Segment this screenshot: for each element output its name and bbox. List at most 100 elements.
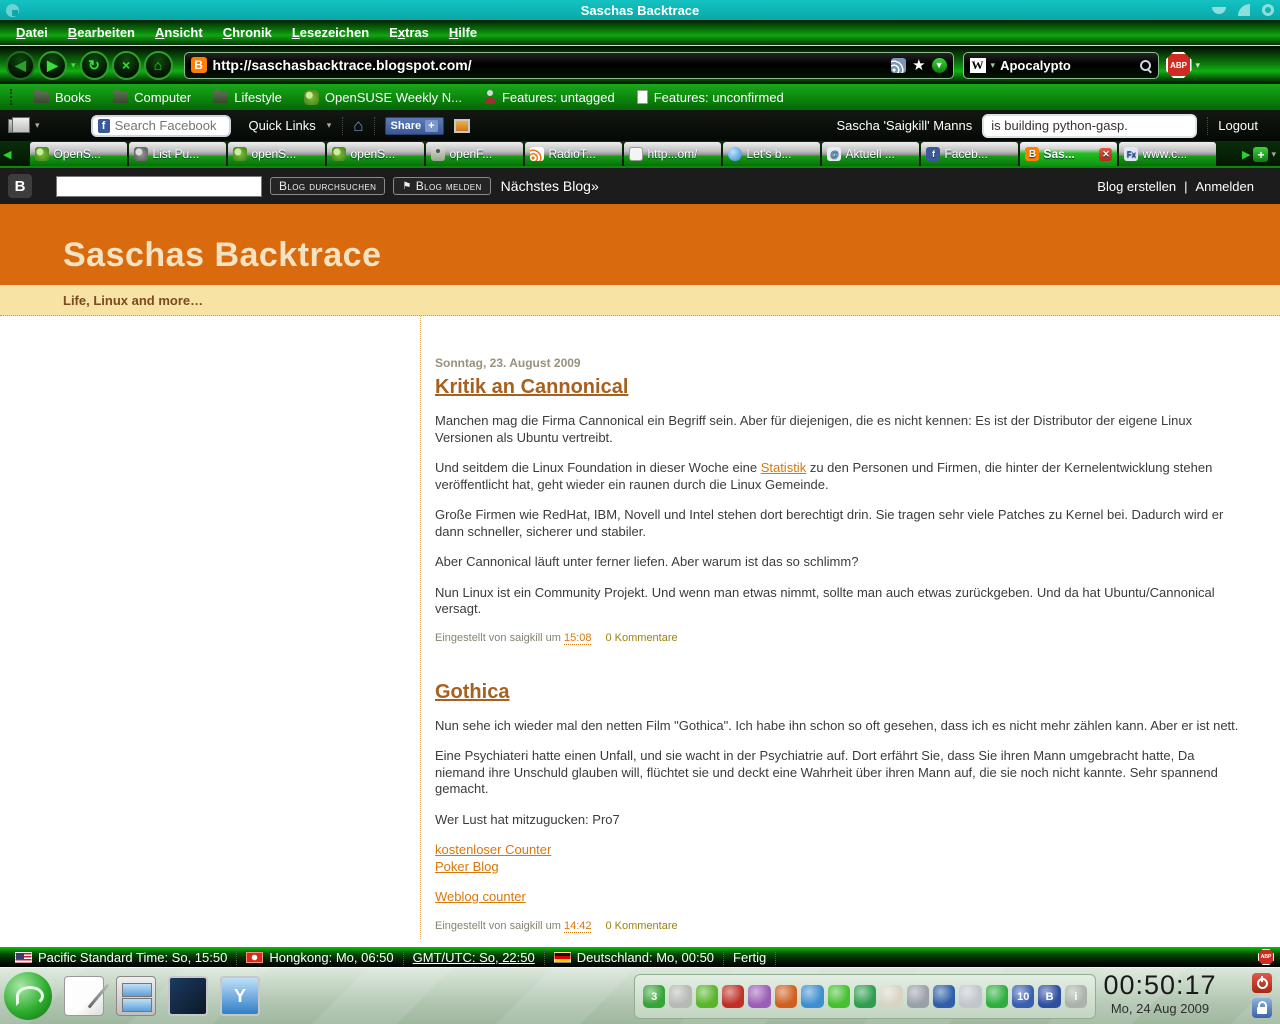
engine-dropdown-icon[interactable]: ▾ xyxy=(991,60,996,71)
post-comments-link[interactable]: 0 Kommentare xyxy=(605,632,677,644)
logout-link[interactable]: Logout xyxy=(1218,118,1272,133)
bookmark-item[interactable]: Features: unconfirmed xyxy=(629,90,792,105)
tab-opens[interactable]: openS... xyxy=(327,142,425,166)
new-tab-button[interactable]: + xyxy=(1253,147,1269,162)
toolbar-grip[interactable] xyxy=(10,89,14,105)
organizer-icon[interactable] xyxy=(695,985,719,1008)
menu-lesezeichen[interactable]: Lesezeichen xyxy=(284,23,377,42)
menu-bearbeiten[interactable]: Bearbeiten xyxy=(60,23,143,42)
menu-ansicht[interactable]: Ansicht xyxy=(147,23,211,42)
tab-httpom[interactable]: http...om/ xyxy=(624,142,722,166)
post-title-link[interactable]: Kritik an Cannonical xyxy=(435,376,628,399)
reload-button[interactable]: ↻ xyxy=(79,50,109,80)
file-cabinet-icon[interactable] xyxy=(116,976,156,1016)
clock[interactable]: 00:50:17 Mo, 24 Aug 2009 xyxy=(1080,970,1240,1016)
desktop-icon[interactable] xyxy=(168,976,208,1016)
download-manager-icon[interactable] xyxy=(853,985,877,1008)
tab-close-icon[interactable]: ✕ xyxy=(1099,147,1113,161)
quick-links-dropdown-icon[interactable]: ▾ xyxy=(327,120,332,131)
stop-button[interactable]: × xyxy=(111,50,141,80)
home-button[interactable]: ⌂ xyxy=(143,50,173,80)
tab-opens[interactable]: OpenS... xyxy=(30,142,128,166)
menu-chronik[interactable]: Chronik xyxy=(215,23,280,42)
menu-extras[interactable]: Extras xyxy=(381,23,437,42)
globe-icon[interactable] xyxy=(985,985,1009,1008)
menu-datei[interactable]: Datei xyxy=(8,23,56,42)
mic-pin-icon[interactable] xyxy=(906,985,929,1008)
forward-button[interactable]: ▶ xyxy=(38,50,67,80)
tab-list-dropdown-icon[interactable]: ▾ xyxy=(1271,149,1276,160)
post-inline-link[interactable]: Statistik xyxy=(761,460,807,475)
tab-openf[interactable]: openF... xyxy=(426,142,524,166)
post-time-link[interactable]: 15:08 xyxy=(563,631,592,645)
search-input[interactable]: Apocalypto xyxy=(1000,58,1134,73)
quick-links-menu[interactable]: Quick Links xyxy=(249,118,316,133)
media-player-icon[interactable] xyxy=(722,985,745,1008)
text-editor-icon[interactable] xyxy=(64,976,104,1016)
network-icon[interactable] xyxy=(932,985,956,1008)
power-manager-icon[interactable] xyxy=(748,985,771,1008)
post-inline-link[interactable]: Weblog counter xyxy=(435,889,526,904)
blog-search-button[interactable]: Blog durchsuchen xyxy=(270,177,386,195)
facebook-search-box[interactable]: f xyxy=(90,114,231,137)
clipboard-icon[interactable] xyxy=(880,985,903,1008)
tab-scroll-right-icon[interactable]: ▶ xyxy=(1242,148,1250,161)
volume-icon[interactable] xyxy=(669,985,692,1008)
bookmark-item[interactable]: Lifestyle xyxy=(205,88,290,105)
statusbar-adblock[interactable]: ABP xyxy=(1258,949,1274,965)
tab-aktuell[interactable]: @ Aktuell ... xyxy=(822,142,920,166)
tab-opens[interactable]: openS... xyxy=(228,142,326,166)
post-comments-link[interactable]: 0 Kommentare xyxy=(605,920,677,932)
statusbar-item[interactable]: GMT/UTC: So, 22:50 xyxy=(404,949,545,965)
blogger-logo-icon[interactable]: B xyxy=(8,174,32,198)
share-button[interactable]: Share + xyxy=(384,116,444,135)
timer-icon[interactable] xyxy=(959,985,982,1008)
bookmark-item[interactable]: OpenSUSE Weekly N... xyxy=(296,89,470,105)
blog-title[interactable]: Saschas Backtrace xyxy=(63,236,382,275)
tab-scroll-left-icon[interactable]: ◀ xyxy=(2,148,14,166)
maximize-button[interactable] xyxy=(1238,4,1250,16)
post-inline-link[interactable]: Poker Blog xyxy=(435,859,499,874)
blog-search-input[interactable] xyxy=(56,175,262,197)
adblock-status-icon[interactable]: ABP xyxy=(1258,949,1274,965)
bookmark-item[interactable]: Books xyxy=(26,88,99,105)
sign-in-link[interactable]: Anmelden xyxy=(1195,179,1254,194)
tab-wwwc[interactable]: Fx www.c... xyxy=(1119,142,1217,166)
search-bar[interactable]: W ▾ Apocalypto xyxy=(962,51,1159,79)
adblock-icon[interactable]: ABP xyxy=(1165,52,1192,78)
next-blog-link[interactable]: Nächstes Blog» xyxy=(501,178,599,194)
bookmark-star-icon[interactable]: ★ xyxy=(912,58,925,73)
facebook-menu-icon[interactable] xyxy=(8,116,30,133)
back-button[interactable]: ◀ xyxy=(6,50,35,80)
lock-button[interactable] xyxy=(1252,998,1272,1018)
facebook-menu-dropdown-icon[interactable]: ▾ xyxy=(35,120,40,131)
skype-icon[interactable] xyxy=(827,985,850,1008)
suse-menu-button[interactable] xyxy=(4,972,52,1020)
search-go-icon[interactable] xyxy=(1139,59,1152,72)
close-button[interactable] xyxy=(1262,4,1274,16)
tab-radiot[interactable]: RadioT... xyxy=(525,142,623,166)
browser-swirl-icon[interactable] xyxy=(774,985,798,1008)
post-inline-link[interactable]: kostenloser Counter xyxy=(435,842,551,857)
url-text[interactable]: http://saschasbacktrace.blogspot.com/ xyxy=(213,57,886,73)
tab-letsb[interactable]: Let's b... xyxy=(723,142,821,166)
wikipedia-engine-icon[interactable]: W xyxy=(969,57,986,73)
bookmark-item[interactable]: Computer xyxy=(105,88,199,105)
torrent-icon[interactable]: 10 xyxy=(1012,985,1035,1008)
photo-icon[interactable] xyxy=(453,118,470,133)
update-notifier-icon[interactable]: 3 xyxy=(643,985,666,1008)
create-blog-link[interactable]: Blog erstellen xyxy=(1097,179,1176,194)
facebook-home-icon[interactable]: ⌂ xyxy=(353,117,363,134)
facebook-search-input[interactable] xyxy=(114,118,224,133)
tab-faceb[interactable]: f Faceb... xyxy=(921,142,1019,166)
post-title-link[interactable]: Gothica xyxy=(435,681,509,704)
minimize-button[interactable] xyxy=(1212,6,1226,14)
tab-sas[interactable]: B Sas... ✕ xyxy=(1020,142,1118,166)
url-bar[interactable]: B http://saschasbacktrace.blogspot.com/ … xyxy=(183,51,954,79)
adblock-dropdown-icon[interactable]: ▾ xyxy=(1196,60,1201,71)
bookmark-item[interactable]: Features: untagged xyxy=(476,90,623,105)
post-time-link[interactable]: 14:42 xyxy=(563,919,592,933)
b-app-icon[interactable]: B xyxy=(1038,985,1061,1008)
power-button[interactable] xyxy=(1252,973,1272,993)
messenger-icon[interactable] xyxy=(801,985,824,1008)
